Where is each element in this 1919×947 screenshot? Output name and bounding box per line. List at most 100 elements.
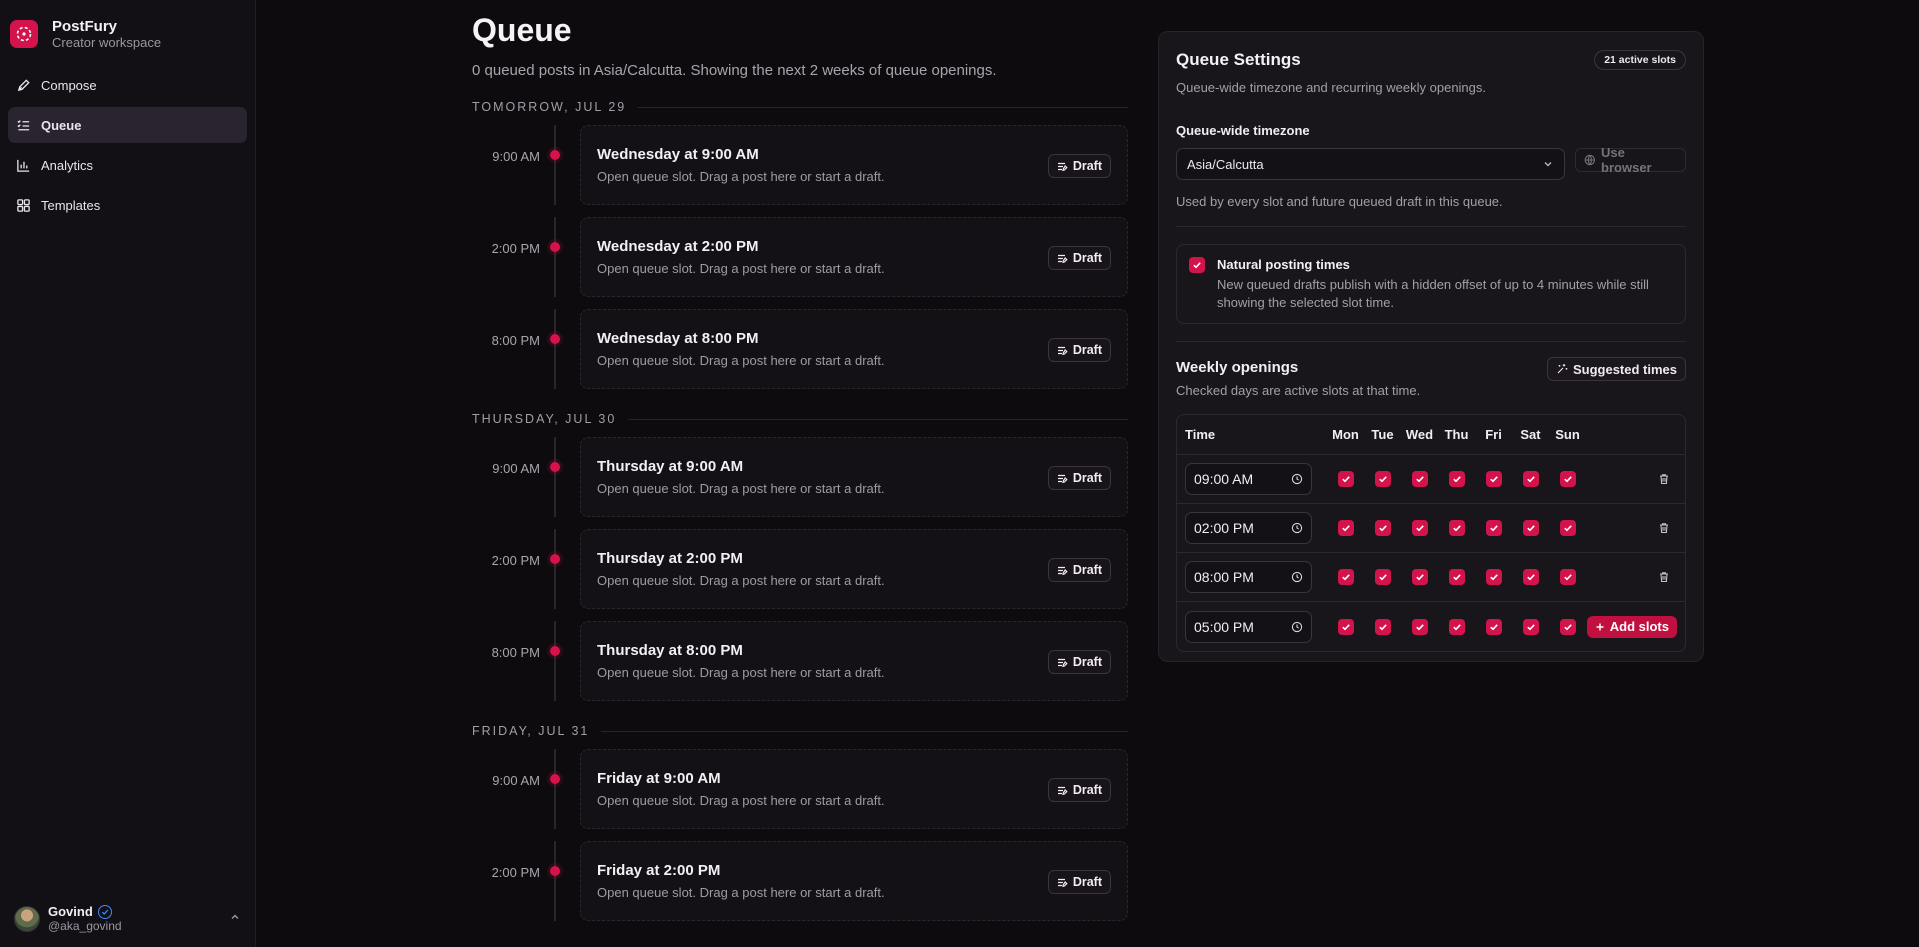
queue-slot-card[interactable]: Friday at 9:00 AM Open queue slot. Drag a…	[580, 749, 1128, 829]
natural-posting-checkbox[interactable]	[1189, 257, 1205, 273]
sidebar-item-analytics[interactable]: Analytics	[8, 147, 247, 183]
day-checkbox-fri[interactable]	[1485, 520, 1502, 536]
day-checkbox-thu[interactable]	[1448, 569, 1465, 585]
draft-button[interactable]: Draft	[1047, 778, 1111, 802]
queue-slot-card[interactable]: Thursday at 9:00 AM Open queue slot. Drag…	[580, 437, 1128, 517]
draft-button[interactable]: Draft	[1047, 558, 1111, 582]
queue-slot-row: 2:00 PM Friday at 2:00 PM Open queue slot.…	[472, 841, 1128, 921]
table-row: 05:00 PM Add slots	[1177, 602, 1685, 651]
timeline-dot	[550, 150, 560, 160]
clock-icon[interactable]	[1291, 473, 1303, 485]
add-slots-button[interactable]: Add slots	[1586, 615, 1677, 638]
slot-time: 2:00 PM	[491, 241, 540, 256]
day-checkbox-sun[interactable]	[1559, 618, 1576, 635]
day-checkbox-wed[interactable]	[1411, 471, 1428, 487]
day-checkbox-sun[interactable]	[1559, 471, 1576, 487]
clock-icon[interactable]	[1291, 522, 1303, 534]
day-checkbox-sun[interactable]	[1559, 520, 1576, 536]
day-checkbox-mon[interactable]	[1337, 520, 1354, 536]
sidebar-item-compose[interactable]: Compose	[8, 67, 247, 103]
table-row: 09:00 AM	[1177, 455, 1685, 504]
check-icon	[1526, 623, 1535, 630]
trash-icon[interactable]	[1655, 519, 1673, 537]
slot-title: Thursday at 9:00 AM	[597, 458, 744, 475]
trash-icon[interactable]	[1655, 568, 1673, 586]
user-menu[interactable]: Govind @aka_govind	[14, 904, 241, 933]
day-checkbox-tue[interactable]	[1374, 569, 1391, 585]
day-checkbox-fri[interactable]	[1485, 471, 1502, 487]
queue-slot-card[interactable]: Thursday at 8:00 PM Open queue slot. Drag…	[580, 621, 1128, 701]
draft-label: Draft	[1072, 471, 1102, 485]
queue-slot-row: 8:00 PM Wednesday at 8:00 PM Open queue sl…	[472, 309, 1128, 389]
queue-slot-card[interactable]: Wednesday at 8:00 PM Open queue slot. Dra…	[580, 309, 1128, 389]
queue-slot-card[interactable]: Wednesday at 9:00 AM Open queue slot. Dra…	[580, 125, 1128, 205]
column-header-wed: Wed	[1405, 427, 1434, 442]
queue-slot-card[interactable]: Friday at 2:00 PM Open queue slot. Drag a…	[580, 841, 1128, 921]
slot-time-value: 09:00 AM	[1194, 471, 1254, 487]
weekly-openings-table: Time Mon Tue Wed Thu Fri Sat Sun 09:00 AM 02:00…	[1176, 414, 1686, 652]
check-icon	[1378, 623, 1387, 630]
active-slots-badge: 21 active slots	[1594, 50, 1686, 70]
day-checkbox-wed[interactable]	[1411, 618, 1428, 635]
chevron-down-icon	[1544, 162, 1552, 167]
day-checkbox-sat[interactable]	[1522, 471, 1539, 487]
draft-lines-icon	[1057, 346, 1068, 355]
brand[interactable]: PostFury Creator workspace	[0, 0, 255, 52]
timezone-select[interactable]: Asia/Calcutta	[1176, 148, 1566, 180]
day-checkbox-sun[interactable]	[1559, 569, 1576, 585]
plus-icon	[1596, 623, 1604, 630]
user-name: Govind	[48, 904, 93, 919]
pen-icon	[17, 78, 30, 91]
clock-icon[interactable]	[1291, 621, 1303, 633]
timeline-line	[554, 217, 556, 297]
queue-slot-row: 9:00 AM Friday at 9:00 AM Open queue slot.…	[472, 749, 1128, 829]
day-checkbox-wed[interactable]	[1411, 520, 1428, 536]
draft-button[interactable]: Draft	[1047, 650, 1111, 674]
draft-button[interactable]: Draft	[1047, 246, 1111, 270]
slot-time-input[interactable]: 09:00 AM	[1185, 463, 1312, 495]
day-heading-label: FRIDAY, JUL 31	[472, 724, 590, 738]
day-checkbox-mon[interactable]	[1337, 618, 1354, 635]
slot-time-input[interactable]: 08:00 PM	[1185, 561, 1312, 593]
slot-time: 9:00 AM	[492, 461, 540, 476]
day-checkbox-mon[interactable]	[1337, 471, 1354, 487]
day-checkbox-sat[interactable]	[1522, 520, 1539, 536]
draft-button[interactable]: Draft	[1047, 466, 1111, 490]
day-checkbox-wed[interactable]	[1411, 569, 1428, 585]
suggested-times-button[interactable]: Suggested times	[1546, 357, 1686, 381]
day-checkbox-tue[interactable]	[1374, 471, 1391, 487]
day-checkbox-fri[interactable]	[1485, 618, 1502, 635]
sidebar-item-queue[interactable]: Queue	[8, 107, 247, 143]
draft-button[interactable]: Draft	[1047, 154, 1111, 178]
slot-time-input[interactable]: 05:00 PM	[1185, 610, 1312, 643]
day-checkbox-tue[interactable]	[1374, 618, 1391, 635]
slot-description: Open queue slot. Drag a post here or sta…	[597, 885, 885, 900]
trash-icon[interactable]	[1655, 470, 1673, 488]
day-checkbox-thu[interactable]	[1448, 520, 1465, 536]
sidebar-item-label: Analytics	[41, 157, 94, 173]
day-checkbox-sat[interactable]	[1522, 618, 1539, 635]
queue-slot-card[interactable]: Wednesday at 2:00 PM Open queue slot. Dra…	[580, 217, 1128, 297]
use-browser-button[interactable]: Use browser	[1575, 145, 1686, 175]
draft-button[interactable]: Draft	[1047, 870, 1111, 894]
slot-title: Thursday at 2:00 PM	[597, 550, 743, 567]
timeline-dot	[550, 334, 560, 344]
check-icon	[1526, 525, 1535, 532]
day-checkbox-fri[interactable]	[1485, 569, 1502, 585]
draft-label: Draft	[1072, 655, 1102, 669]
chevron-up-icon[interactable]	[229, 910, 241, 928]
day-checkbox-thu[interactable]	[1448, 618, 1465, 635]
day-checkbox-mon[interactable]	[1337, 569, 1354, 585]
day-checkbox-tue[interactable]	[1374, 520, 1391, 536]
slot-time: 8:00 PM	[491, 333, 540, 348]
queue-settings-panel: Queue Settings 21 active slots Queue-wid…	[1158, 31, 1704, 662]
clock-icon[interactable]	[1291, 571, 1303, 583]
slot-time-input[interactable]: 02:00 PM	[1185, 512, 1312, 544]
sidebar-item-templates[interactable]: Templates	[8, 187, 247, 223]
day-checkbox-sat[interactable]	[1522, 569, 1539, 585]
column-header-sat: Sat	[1520, 427, 1541, 442]
day-checkbox-thu[interactable]	[1448, 471, 1465, 487]
natural-posting-desc: New queued drafts publish with a hidden …	[1217, 277, 1649, 310]
queue-slot-card[interactable]: Thursday at 2:00 PM Open queue slot. Drag…	[580, 529, 1128, 609]
draft-button[interactable]: Draft	[1047, 338, 1111, 362]
